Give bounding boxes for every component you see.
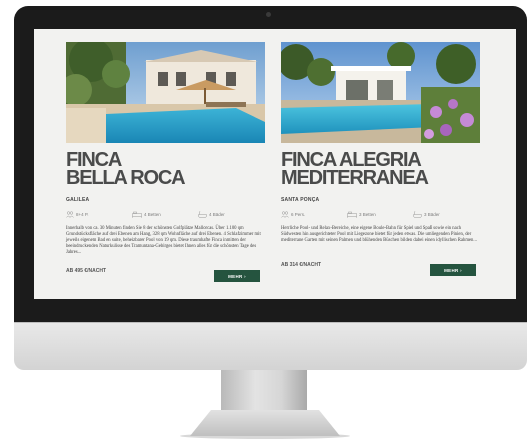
property-title[interactable]: FINCA BELLA ROCA bbox=[66, 150, 265, 189]
persons-value: 6 Pers. bbox=[291, 212, 306, 217]
property-location: GALILEA bbox=[66, 197, 90, 203]
baths-fact: 3 Bäder bbox=[413, 211, 479, 218]
beds-value: 4 Betten bbox=[144, 212, 161, 217]
more-button[interactable]: MEHR › bbox=[430, 264, 476, 276]
title-line-2: BELLA ROCA bbox=[66, 167, 186, 189]
baths-value: 3 Bäder bbox=[424, 212, 440, 217]
baths-fact: 4 Bäder bbox=[198, 211, 264, 218]
screen: FINCA BELLA ROCA GALILEA 8+4 P. 4 Betten… bbox=[34, 29, 516, 299]
persons-fact: 8+4 P. bbox=[66, 211, 132, 218]
persons-icon bbox=[281, 211, 289, 218]
property-description: Innerhalb von ca. 30 Minuten finden Sie … bbox=[66, 226, 261, 256]
monitor-chin bbox=[14, 322, 527, 370]
bathtub-icon bbox=[198, 211, 207, 218]
property-price: AB 495 €/NACHT bbox=[66, 268, 107, 274]
bed-icon bbox=[347, 211, 357, 218]
chin-divider bbox=[14, 322, 527, 323]
baths-value: 4 Bäder bbox=[209, 212, 225, 217]
property-photo[interactable] bbox=[66, 42, 265, 143]
property-card-bella-roca[interactable]: FINCA BELLA ROCA GALILEA 8+4 P. 4 Betten… bbox=[66, 42, 265, 256]
persons-fact: 6 Pers. bbox=[281, 211, 347, 218]
villa-pool-photo bbox=[66, 42, 265, 143]
property-location: SANTA PONÇA bbox=[281, 197, 320, 203]
bed-icon bbox=[132, 211, 142, 218]
persons-value: 8+4 P. bbox=[76, 212, 89, 217]
property-card-alegria-mediterranea[interactable]: FINCA ALEGRIA MEDITERRANEA SANTA PONÇA 6… bbox=[281, 42, 480, 244]
property-photo[interactable] bbox=[281, 42, 480, 143]
persons-icon bbox=[66, 211, 74, 218]
beds-value: 3 Betten bbox=[359, 212, 376, 217]
property-title[interactable]: FINCA ALEGRIA MEDITERRANEA bbox=[281, 150, 480, 189]
bathtub-icon bbox=[413, 211, 422, 218]
property-facts: 6 Pers. 3 Betten 3 Bäder bbox=[281, 210, 480, 219]
monitor-stand-neck bbox=[221, 370, 307, 412]
beds-fact: 3 Betten bbox=[347, 211, 413, 218]
webcam bbox=[266, 12, 271, 17]
beds-fact: 4 Betten bbox=[132, 211, 198, 218]
property-facts: 8+4 P. 4 Betten 4 Bäder bbox=[66, 210, 265, 219]
villa-pool-photo bbox=[281, 42, 480, 143]
monitor-stand-base bbox=[190, 410, 340, 436]
property-description: Herrliche Pool- und Relax-Bereiche, eine… bbox=[281, 226, 477, 244]
property-price: AB 314 €/NACHT bbox=[281, 262, 322, 268]
more-button[interactable]: MEHR › bbox=[214, 270, 260, 282]
title-line-2: MEDITERRANEA bbox=[281, 167, 429, 189]
